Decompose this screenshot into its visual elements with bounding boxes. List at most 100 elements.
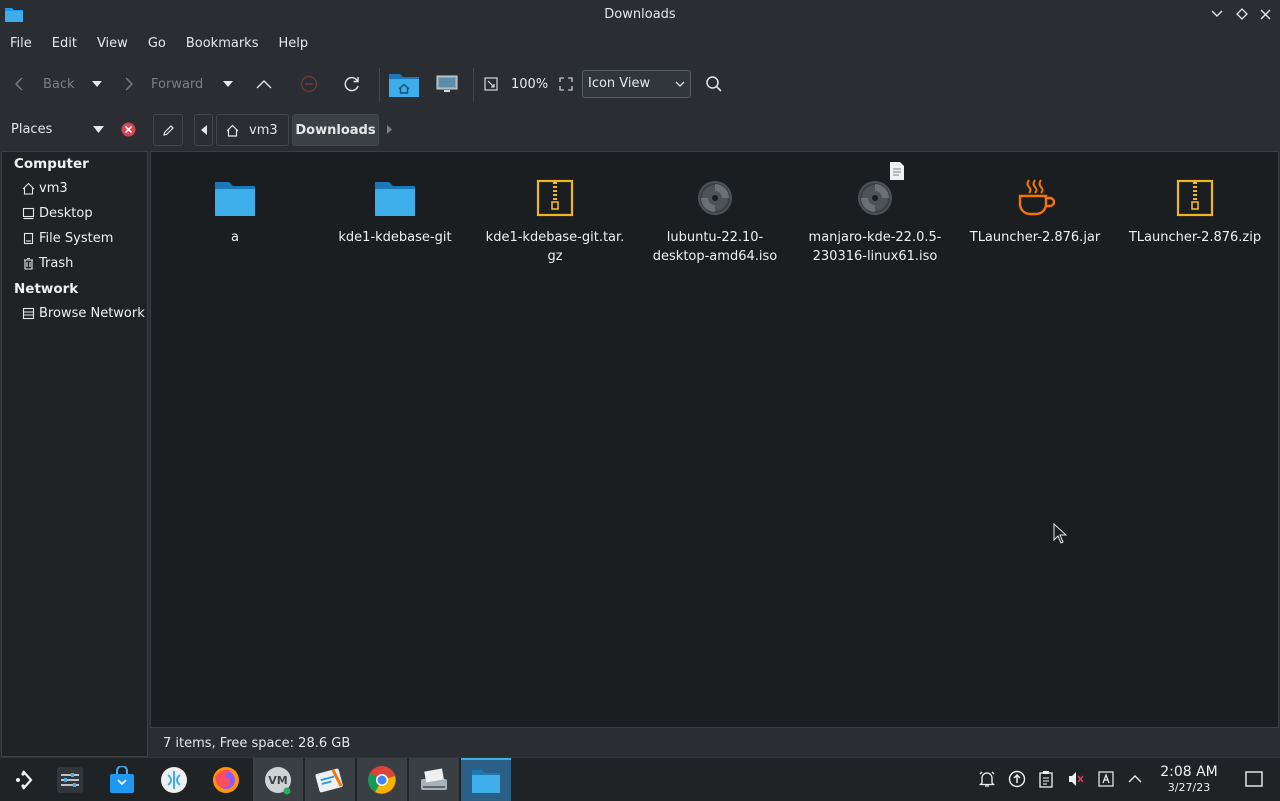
breadcrumb-home[interactable]: vm3 [216,114,289,146]
view-mode-select[interactable]: Icon View [582,70,691,98]
stop-button[interactable] [300,72,318,96]
app-logo-icon [161,766,187,793]
forward-label: Forward [151,76,204,92]
disc-image-icon [858,181,892,215]
taskbar-settings[interactable] [45,758,95,801]
sidebar-item-trash[interactable]: Trash [22,256,73,271]
application-launcher[interactable] [0,758,50,801]
tray-clipboard[interactable] [1036,769,1056,789]
taskbar-app-fish[interactable] [149,758,199,801]
window-title: Downloads [604,7,676,22]
network-icon [22,307,35,320]
toolbar-separator [473,68,474,102]
sidebar-item-file-system[interactable]: File System [22,231,113,246]
keyboard-layout-icon [1098,771,1114,787]
vmware-icon: VM [265,766,291,794]
sidebar-item-browse-network[interactable]: Browse Network [22,306,145,321]
diamond-icon [1236,8,1248,20]
forward-history-dropdown[interactable] [222,72,234,96]
tray-input-method[interactable] [1096,769,1116,789]
file-item[interactable]: TLauncher-2.876.jar [955,174,1115,247]
breadcrumb-current[interactable]: Downloads [292,114,379,146]
file-view[interactable]: a kde1-kdebase-git kde1-kdebase-git.tar.… [150,151,1279,728]
document-overlay-icon [890,162,904,180]
update-icon [1008,770,1026,788]
text-editor-icon [315,768,343,792]
file-item[interactable]: lubuntu-22.10- desktop-amd64.iso [635,174,795,266]
taskbar-vmware[interactable]: VM [253,758,303,801]
desktop-icon [22,207,35,220]
file-name: kde1-kdebase-git [338,230,452,245]
zoom-in-button[interactable] [559,72,573,96]
up-button[interactable] [256,72,272,96]
folder-icon [472,769,500,793]
close-button[interactable] [1256,5,1274,23]
menu-help[interactable]: Help [268,30,318,58]
file-name: a [231,230,239,245]
forward-button[interactable]: Forward [124,72,214,96]
taskbar-scanner[interactable] [409,758,459,801]
back-label: Back [43,76,75,92]
triangle-right-icon[interactable] [387,125,392,134]
taskbar-chrome[interactable] [357,758,407,801]
menu-file[interactable]: File [0,30,42,58]
file-item[interactable]: a [155,174,315,247]
archive-icon [536,179,574,217]
tray-expand[interactable] [1125,769,1145,789]
search-button[interactable] [705,72,723,96]
file-item[interactable]: manjaro-kde-22.0.5- 230316-linux61.iso [795,162,955,266]
desktop-button[interactable] [436,72,458,96]
zoom-out-button[interactable] [484,72,498,96]
tray-notifications[interactable] [977,769,997,789]
file-name: manjaro-kde-22.0.5- 230316-linux61.iso [808,230,942,264]
file-item[interactable]: kde1-kdebase-git.tar. gz [475,174,635,266]
digital-clock[interactable]: 2:08 AM 3/27/23 [1150,764,1228,794]
show-desktop-button[interactable] [1244,769,1264,789]
breadcrumb-back-arrow[interactable] [194,114,213,146]
caret-down-icon [223,81,233,87]
taskbar-discover[interactable] [97,758,147,801]
status-text: 7 items, Free space: 28.6 GB [163,736,351,751]
menu-view[interactable]: View [87,30,138,58]
places-dropdown-caret-icon[interactable] [93,126,104,133]
taskbar-dolphin[interactable] [461,758,511,801]
trash-icon [24,257,33,270]
home-button[interactable] [388,69,420,99]
menu-go[interactable]: Go [138,30,176,58]
menu-bar: File Edit View Go Bookmarks Help [0,30,1280,58]
tray-volume[interactable] [1066,769,1086,789]
maximize-button[interactable] [1233,5,1251,23]
home-folder-icon [389,74,419,97]
breadcrumb-home-label: vm3 [249,122,278,138]
chevron-up-icon [1128,775,1142,783]
file-item[interactable]: TLauncher-2.876.zip [1115,174,1275,247]
back-history-dropdown[interactable] [91,72,103,96]
sidebar-item-vm3[interactable]: vm3 [22,181,68,196]
file-item[interactable]: kde1-kdebase-git [315,174,475,247]
reload-button[interactable] [343,72,361,96]
taskbar-text-editor[interactable] [305,758,355,801]
clock-time: 2:08 AM [1160,764,1218,780]
archive-icon [1176,179,1214,217]
desktop-monitor-icon [436,75,458,92]
firefox-icon [213,766,239,793]
settings-sliders-icon [57,766,83,793]
view-mode-value: Icon View [588,76,651,91]
close-icon [1260,9,1270,19]
chrome-icon [368,765,396,794]
edit-location-button[interactable] [153,114,183,146]
minimize-button[interactable] [1208,5,1226,23]
close-places-icon[interactable] [121,122,136,137]
back-button[interactable]: Back [14,72,80,96]
sidebar-item-desktop[interactable]: Desktop [22,206,93,221]
volume-muted-icon [1069,772,1084,786]
location-bar: vm3 Downloads [150,111,1280,149]
zoom-level: 100% [511,76,549,92]
taskbar-firefox[interactable] [201,758,251,801]
file-name: TLauncher-2.876.jar [969,230,1101,245]
folder-icon [215,182,255,216]
menu-edit[interactable]: Edit [42,30,87,58]
mouse-cursor-icon [1053,523,1067,544]
tray-updates[interactable] [1007,769,1027,789]
menu-bookmarks[interactable]: Bookmarks [176,30,269,58]
